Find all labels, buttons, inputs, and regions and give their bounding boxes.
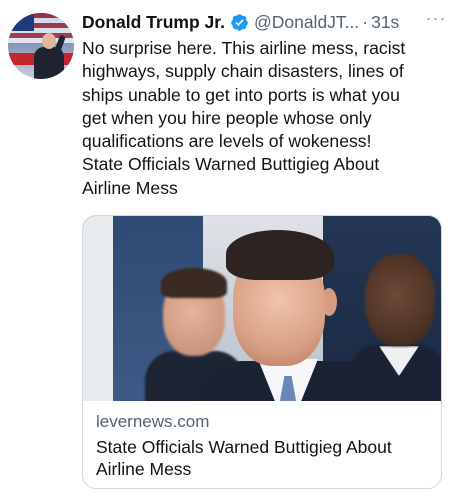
image-person-left-hair — [161, 268, 227, 298]
image-person-main-hair — [226, 230, 334, 280]
tweet[interactable]: Donald Trump Jr. @DonaldJT... · 31s ··· … — [0, 0, 462, 500]
author-handle[interactable]: @DonaldJT... — [254, 11, 359, 33]
tweet-text-line: State Officials Warned Buttigieg About — [82, 154, 380, 175]
link-title-line: State Officials Warned Buttigieg About — [96, 437, 392, 457]
tweet-timestamp[interactable]: 31s — [371, 11, 399, 33]
link-preview-card[interactable]: levernews.com State Officials Warned But… — [82, 215, 442, 489]
link-domain: levernews.com — [96, 412, 210, 431]
link-preview-image[interactable] — [83, 216, 441, 401]
author-name[interactable]: Donald Trump Jr. — [82, 11, 225, 33]
link-title: State Officials Warned Buttigieg About A… — [96, 436, 428, 480]
link-preview-meta: levernews.com State Officials Warned But… — [83, 401, 441, 480]
avatar-flag-canton — [8, 13, 34, 31]
avatar[interactable] — [8, 13, 74, 79]
tweet-text-line: Airline Mess — [82, 177, 178, 198]
tweet-text-line: get when you hire people whose only — [82, 107, 372, 128]
tweet-text-line: No surprise here. This airline mess, rac… — [82, 38, 406, 58]
image-person-right-head — [365, 254, 435, 346]
more-options-icon[interactable]: ··· — [424, 9, 448, 33]
tweet-text-line: highways, supply chain disasters, lines … — [82, 61, 404, 82]
avatar-person-head — [42, 33, 56, 49]
tweet-header: Donald Trump Jr. @DonaldJT... · 31s — [82, 11, 399, 33]
verified-badge-icon — [231, 13, 248, 31]
tweet-text-line: ships unable to get into ports is what y… — [82, 84, 400, 105]
tweet-text: No surprise here. This airline mess, rac… — [82, 37, 454, 200]
tweet-text-line: qualifications are levels of wokeness! — [82, 131, 372, 152]
link-title-line: Airline Mess — [96, 459, 192, 479]
separator-dot: · — [362, 12, 369, 32]
image-background-panel — [83, 216, 113, 401]
